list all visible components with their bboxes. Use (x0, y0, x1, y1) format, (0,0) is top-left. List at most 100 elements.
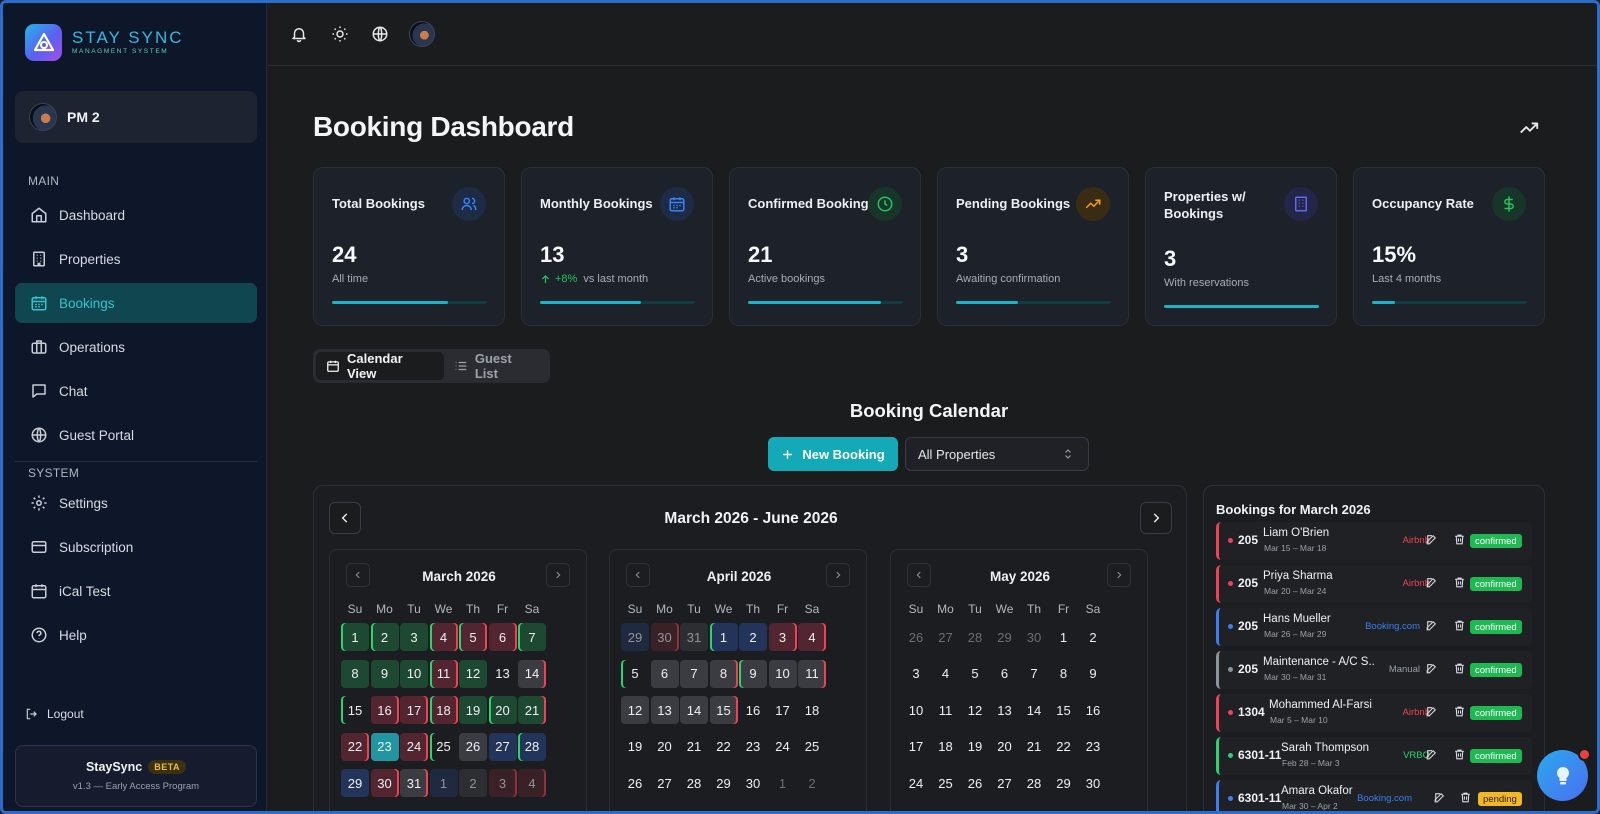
calendar-day[interactable]: 31 (680, 623, 708, 651)
calendar-day[interactable]: 11 (798, 659, 826, 688)
trending-up-icon[interactable] (1518, 117, 1540, 139)
bell-icon[interactable] (287, 22, 311, 46)
logout-button[interactable]: Logout (25, 707, 84, 721)
avatar[interactable] (409, 21, 435, 47)
calendar-day[interactable]: 4 (518, 769, 546, 797)
booking-row[interactable]: 205 Liam O'Brien Mar 15 – Mar 18 Airbnb conf… (1216, 522, 1532, 560)
edit-icon[interactable] (1425, 705, 1439, 719)
calendar-day[interactable]: 30 (650, 623, 679, 651)
calendar-day[interactable]: 19 (621, 733, 649, 761)
edit-icon[interactable] (1425, 748, 1439, 762)
calendar-day[interactable]: 25 (798, 733, 826, 761)
calendar-day[interactable]: 24 (400, 732, 428, 761)
calendar-day[interactable]: 16 (370, 696, 399, 724)
calendar-day[interactable]: 4 (932, 660, 960, 688)
calendar-day[interactable]: 20 (488, 696, 517, 724)
calendar-day[interactable]: 17 (400, 696, 428, 724)
calendar-day[interactable]: 11 (932, 696, 960, 724)
calendar-day[interactable]: 4 (798, 623, 826, 651)
calendar-day[interactable]: 22 (710, 733, 738, 761)
calendar-day[interactable]: 13 (991, 696, 1019, 724)
calendar-day[interactable]: 20 (991, 733, 1019, 761)
sidebar-item-operations[interactable]: Operations (15, 327, 257, 367)
calendar-day[interactable]: 25 (932, 769, 960, 797)
booking-row[interactable]: 205 Hans Mueller Mar 26 – Mar 29 Booking.co… (1216, 608, 1532, 646)
calendar-day[interactable]: 7 (680, 659, 708, 688)
calendar-day[interactable]: 14 (680, 696, 708, 724)
calendar-day[interactable]: 2 (739, 623, 767, 651)
calendar-day[interactable]: 31 (400, 769, 428, 797)
trash-icon[interactable] (1453, 705, 1467, 719)
sun-icon[interactable] (328, 22, 352, 46)
edit-icon[interactable] (1425, 662, 1439, 676)
calendar-day[interactable]: 10 (768, 659, 797, 688)
sidebar-item-settings[interactable]: Settings (15, 483, 257, 523)
calendar-day[interactable]: 29 (1050, 769, 1078, 797)
next-range-button[interactable] (1140, 502, 1172, 534)
calendar-day[interactable]: 16 (1079, 696, 1107, 724)
calendar-day[interactable]: 11 (429, 659, 458, 688)
calendar-day[interactable]: 14 (1020, 696, 1048, 724)
trash-icon[interactable] (1453, 748, 1467, 762)
calendar-day[interactable]: 5 (459, 623, 487, 651)
calendar-day[interactable]: 30 (1020, 623, 1048, 651)
calendar-day[interactable]: 24 (902, 769, 930, 797)
calendar-day[interactable]: 6 (650, 659, 679, 688)
calendar-day[interactable]: 1 (769, 769, 797, 797)
calendar-day[interactable]: 22 (341, 732, 369, 761)
calendar-day[interactable]: 26 (459, 732, 487, 761)
edit-icon[interactable] (1433, 791, 1447, 805)
prev-month-button[interactable] (907, 563, 931, 587)
calendar-day[interactable]: 12 (961, 696, 989, 724)
calendar-day[interactable]: 9 (1079, 660, 1107, 688)
booking-row[interactable]: 6301-11 Amara Okafor Mar 30 – Apr 2 Booking… (1216, 780, 1532, 811)
calendar-day[interactable]: 12 (621, 696, 649, 724)
booking-row[interactable]: 205 Maintenance - A/C S... Mar 30 – Mar 31… (1216, 651, 1532, 689)
calendar-day[interactable]: 29 (621, 623, 649, 651)
trash-icon[interactable] (1453, 619, 1467, 633)
calendar-day[interactable]: 9 (370, 659, 399, 688)
edit-icon[interactable] (1425, 533, 1439, 547)
calendar-day[interactable]: 19 (961, 733, 989, 761)
calendar-day[interactable]: 17 (902, 733, 930, 761)
calendar-day[interactable]: 5 (621, 660, 649, 688)
calendar-day[interactable]: 28 (961, 623, 989, 651)
calendar-day[interactable]: 7 (518, 623, 546, 651)
calendar-day[interactable]: 30 (739, 769, 767, 797)
calendar-day[interactable]: 1 (429, 769, 458, 797)
calendar-day[interactable]: 14 (518, 659, 546, 688)
sidebar-item-properties[interactable]: Properties (15, 239, 257, 279)
calendar-day[interactable]: 1 (1050, 623, 1078, 651)
edit-icon[interactable] (1425, 576, 1439, 590)
calendar-day[interactable]: 27 (991, 769, 1019, 797)
calendar-day[interactable]: 13 (489, 660, 517, 688)
sidebar-item-ical-test[interactable]: iCal Test (15, 571, 257, 611)
booking-row[interactable]: 6301-11 Sarah Thompson Feb 28 – Mar 3 VRBO c… (1216, 737, 1532, 775)
calendar-day[interactable]: 3 (768, 623, 797, 651)
calendar-day[interactable]: 26 (902, 623, 930, 651)
calendar-day[interactable]: 2 (1079, 623, 1107, 651)
calendar-day[interactable]: 28 (680, 769, 708, 797)
calendar-day[interactable]: 21 (518, 696, 546, 724)
globe-icon[interactable] (368, 22, 392, 46)
calendar-day[interactable]: 30 (1079, 769, 1107, 797)
calendar-day[interactable]: 27 (932, 623, 960, 651)
trash-icon[interactable] (1453, 576, 1467, 590)
calendar-day[interactable]: 21 (680, 733, 708, 761)
calendar-day[interactable]: 12 (459, 659, 487, 688)
calendar-day[interactable]: 15 (1050, 696, 1078, 724)
trash-icon[interactable] (1453, 662, 1467, 676)
calendar-day[interactable]: 6 (991, 660, 1019, 688)
calendar-day[interactable]: 23 (1079, 733, 1107, 761)
calendar-day[interactable]: 1 (341, 623, 369, 651)
calendar-day[interactable]: 20 (651, 733, 679, 761)
calendar-day[interactable]: 7 (1020, 660, 1048, 688)
calendar-day[interactable]: 30 (370, 769, 399, 797)
trash-icon[interactable] (1459, 791, 1473, 805)
calendar-day[interactable]: 10 (902, 696, 930, 724)
calendar-day[interactable]: 28 (1020, 769, 1048, 797)
calendar-day[interactable]: 1 (709, 623, 738, 651)
calendar-day[interactable]: 15 (341, 696, 369, 724)
calendar-day[interactable]: 2 (459, 769, 487, 797)
calendar-day[interactable]: 2 (370, 623, 399, 651)
